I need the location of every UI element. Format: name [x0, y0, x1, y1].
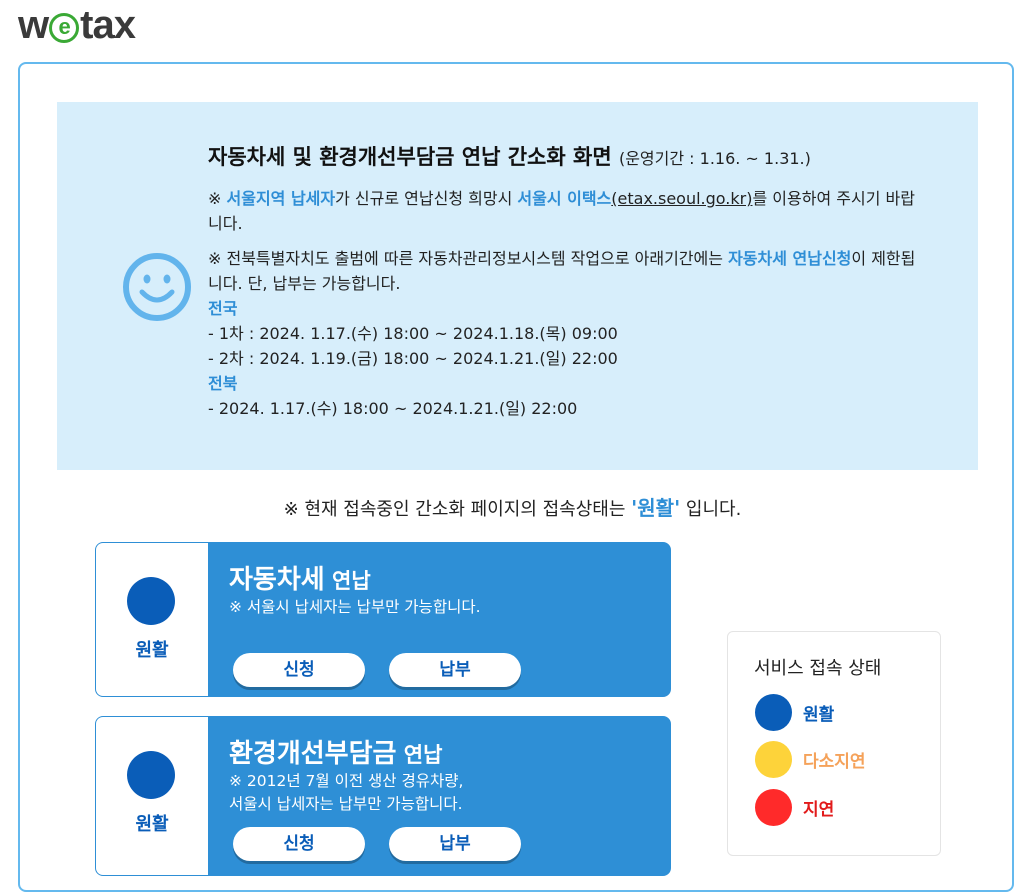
env-charge-status-panel: 원활 [96, 717, 208, 875]
status-dot-icon [127, 577, 175, 625]
env-charge-title: 환경개선부담금 연납 [229, 733, 442, 770]
legend-title: 서비스 접속 상태 [754, 658, 882, 679]
etax-link[interactable]: (etax.seoul.go.kr) [611, 189, 752, 208]
logo-text-post: tax [80, 2, 136, 47]
env-charge-desc-line-2: 서울시 납세자는 납부만 가능합니다. [229, 795, 463, 813]
notice-title-text: 자동차세 및 환경개선부담금 연납 간소화 화면 [208, 145, 612, 169]
legend-item-delay: 지연 [755, 788, 834, 826]
legend-item-label: 지연 [803, 799, 835, 820]
legend-item-slight-delay: 다소지연 [755, 740, 866, 778]
vehicle-tax-title: 자동차세 연납 [229, 559, 371, 596]
status-line-pre: ※ 현재 접속중인 간소화 페이지의 접속상태는 [283, 499, 632, 520]
env-charge-apply-button[interactable]: 신청 [233, 827, 365, 861]
notice-paragraph-jeonbuk: ※ 전북특별자치도 출범에 따른 자동차관리정보시스템 작업으로 아래기간에는 … [208, 246, 928, 296]
notice-period: (운영기간 : 1.16. ~ 1.31.) [618, 149, 811, 168]
notice-p1-highlight-2: 서울시 이택스 [517, 189, 612, 208]
notice-jeonbuk-label: 전북 [208, 374, 238, 393]
notice-body: 자동차세 및 환경개선부담금 연납 간소화 화면 (운영기간 : 1.16. ~… [208, 140, 928, 421]
env-charge-status-label: 원활 [135, 814, 169, 835]
notice-national-label: 전국 [208, 299, 238, 318]
status-dot-icon [127, 751, 175, 799]
notice-national-line-1: - 1차 : 2024. 1.17.(수) 18:00 ~ 2024.1.18.… [208, 324, 618, 343]
vehicle-tax-card: 원활 자동차세 연납 ※ 서울시 납세자는 납부만 가능합니다. 신청 납부 [95, 542, 671, 697]
notice-title: 자동차세 및 환경개선부담금 연납 간소화 화면 (운영기간 : 1.16. ~… [208, 140, 928, 176]
legend-dot-icon [755, 788, 792, 826]
legend-dot-icon [755, 693, 792, 731]
logo-text-pre: w [18, 2, 49, 47]
vehicle-tax-status-label: 원활 [135, 640, 169, 661]
env-charge-pay-button[interactable]: 납부 [389, 827, 521, 861]
smile-icon [123, 253, 191, 321]
logo-e-mark: e [49, 13, 80, 43]
env-charge-desc-line-1: ※ 2012년 7월 이전 생산 경유차량, [229, 772, 464, 790]
logo-text-mid: e [58, 14, 71, 39]
notice-p1-highlight-1: 서울지역 납세자 [226, 189, 336, 208]
legend-item-smooth: 원활 [755, 693, 834, 731]
legend-item-label: 원활 [803, 704, 835, 725]
vehicle-tax-title-sub: 연납 [324, 569, 371, 593]
notice-paragraph-seoul: ※ 서울지역 납세자가 신규로 연납신청 희망시 서울시 이택스(etax.se… [208, 186, 928, 236]
notice-national-line-2: - 2차 : 2024. 1.19.(금) 18:00 ~ 2024.1.21.… [208, 349, 618, 368]
service-status-legend: 서비스 접속 상태 원활 다소지연 지연 [727, 631, 941, 856]
env-charge-title-sub: 연납 [396, 743, 443, 767]
notice-jeonbuk-line-1: - 2024. 1.17.(수) 18:00 ~ 2024.1.21.(일) 2… [208, 399, 578, 418]
vehicle-tax-desc: ※ 서울시 납세자는 납부만 가능합니다. [229, 598, 481, 616]
env-charge-title-main: 환경개선부담금 [229, 739, 397, 769]
connection-status-line: ※ 현재 접속중인 간소화 페이지의 접속상태는 '원활' 입니다. [0, 492, 1025, 521]
vehicle-tax-pay-button[interactable]: 납부 [389, 653, 521, 687]
vehicle-tax-apply-button[interactable]: 신청 [233, 653, 365, 687]
env-charge-card: 원활 환경개선부담금 연납 ※ 2012년 7월 이전 생산 경유차량, 서울시… [95, 716, 671, 876]
legend-dot-icon [755, 740, 792, 778]
wetax-logo[interactable]: w e tax [18, 2, 136, 47]
vehicle-tax-status-panel: 원활 [96, 543, 208, 696]
notice-p2-highlight: 자동차세 연납신청 [728, 249, 852, 268]
status-line-post: 입니다. [680, 499, 742, 520]
notice-p1-text-1: 가 신규로 연납신청 희망시 [335, 189, 518, 208]
status-line-value: '원활' [631, 496, 681, 520]
legend-item-label: 다소지연 [803, 751, 866, 772]
env-charge-desc: ※ 2012년 7월 이전 생산 경유차량, 서울시 납세자는 납부만 가능합니… [229, 770, 463, 816]
notice-p1-mark: ※ [208, 189, 227, 208]
vehicle-tax-title-main: 자동차세 [229, 565, 325, 595]
notice-p2-text-1: ※ 전북특별자치도 출범에 따른 자동차관리정보시스템 작업으로 아래기간에는 [208, 249, 729, 268]
